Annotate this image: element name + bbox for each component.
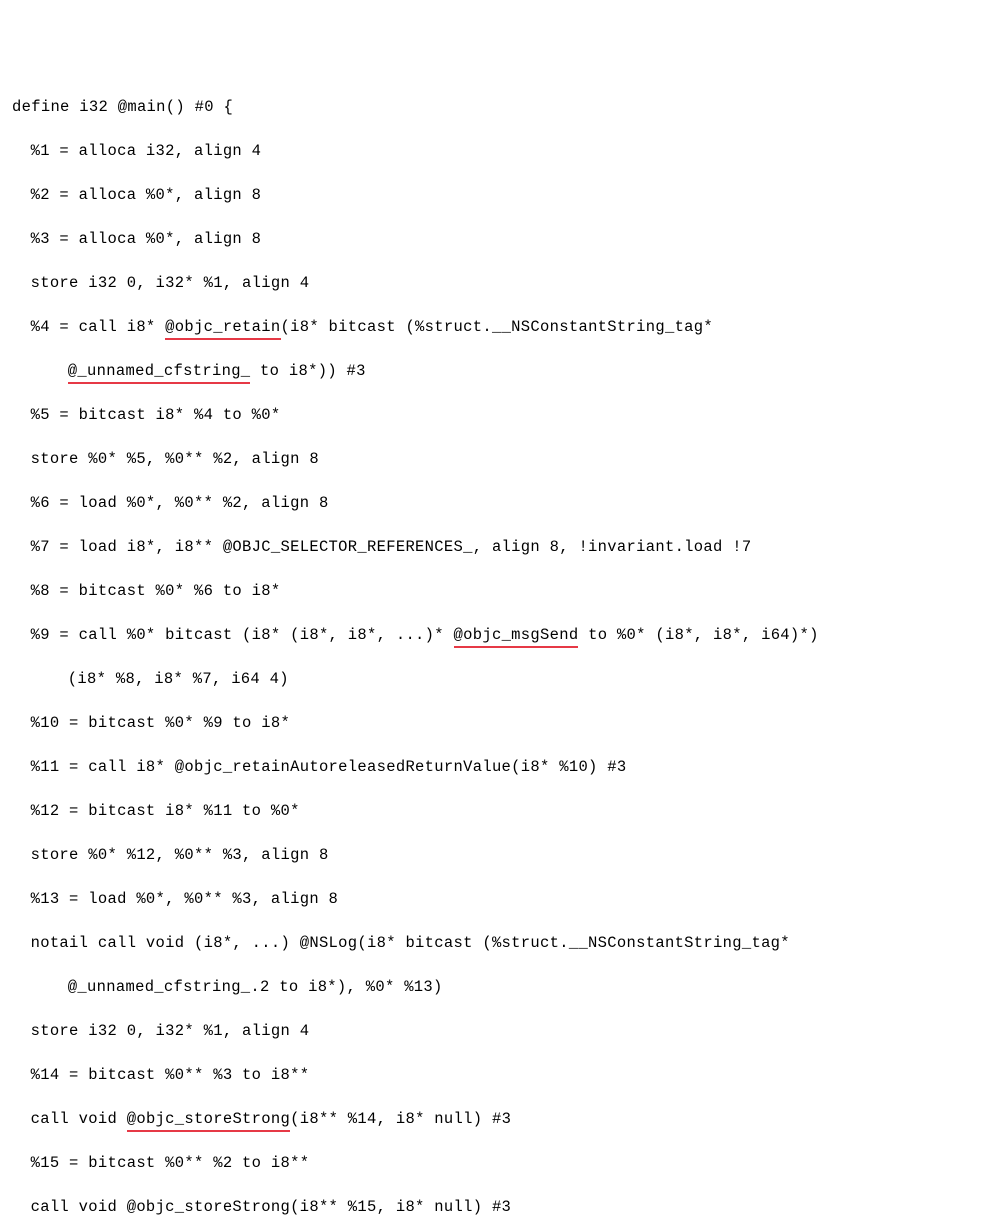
code-text: (i8** %14, i8* null) #3 (290, 1110, 511, 1128)
code-line: define i32 @main() #0 { (12, 96, 988, 118)
code-line: %2 = alloca %0*, align 8 (12, 184, 988, 206)
code-line: %4 = call i8* @objc_retain(i8* bitcast (… (12, 316, 988, 338)
code-line: store %0* %5, %0** %2, align 8 (12, 448, 988, 470)
highlighted-symbol: @objc_retain (165, 316, 280, 340)
code-text: %4 = call i8* (31, 318, 166, 336)
highlighted-symbol: @objc_msgSend (454, 624, 579, 648)
code-line: %3 = alloca %0*, align 8 (12, 228, 988, 250)
code-line: notail call void (i8*, ...) @NSLog(i8* b… (12, 932, 988, 954)
code-line: %15 = bitcast %0** %2 to i8** (12, 1152, 988, 1174)
code-line: %1 = alloca i32, align 4 (12, 140, 988, 162)
code-line: (i8* %8, i8* %7, i64 4) (12, 668, 988, 690)
code-line: store i32 0, i32* %1, align 4 (12, 272, 988, 294)
code-line: %10 = bitcast %0* %9 to i8* (12, 712, 988, 734)
code-line: @_unnamed_cfstring_.2 to i8*), %0* %13) (12, 976, 988, 998)
code-line: %9 = call %0* bitcast (i8* (i8*, i8*, ..… (12, 624, 988, 646)
code-text: to %0* (i8*, i8*, i64)*) (578, 626, 818, 644)
code-line: %8 = bitcast %0* %6 to i8* (12, 580, 988, 602)
code-line: @_unnamed_cfstring_ to i8*)) #3 (12, 360, 988, 382)
code-line: %12 = bitcast i8* %11 to %0* (12, 800, 988, 822)
code-line: %11 = call i8* @objc_retainAutoreleasedR… (12, 756, 988, 778)
code-text: (i8* bitcast (%struct.__NSConstantString… (281, 318, 714, 336)
highlighted-symbol: @objc_storeStrong (127, 1108, 290, 1132)
code-line: %14 = bitcast %0** %3 to i8** (12, 1064, 988, 1086)
code-line: call void @objc_storeStrong(i8** %15, i8… (12, 1196, 988, 1218)
code-block: define i32 @main() #0 { %1 = alloca i32,… (12, 74, 988, 1230)
code-line: %7 = load i8*, i8** @OBJC_SELECTOR_REFER… (12, 536, 988, 558)
code-text: to i8*)) #3 (250, 362, 365, 380)
code-line: store %0* %12, %0** %3, align 8 (12, 844, 988, 866)
code-line: store i32 0, i32* %1, align 4 (12, 1020, 988, 1042)
code-text: call void (31, 1110, 127, 1128)
code-line: call void @objc_storeStrong(i8** %14, i8… (12, 1108, 988, 1130)
code-line: %5 = bitcast i8* %4 to %0* (12, 404, 988, 426)
code-line: %13 = load %0*, %0** %3, align 8 (12, 888, 988, 910)
highlighted-symbol: @_unnamed_cfstring_ (68, 360, 251, 384)
code-line: %6 = load %0*, %0** %2, align 8 (12, 492, 988, 514)
code-text: %9 = call %0* bitcast (i8* (i8*, i8*, ..… (31, 626, 454, 644)
